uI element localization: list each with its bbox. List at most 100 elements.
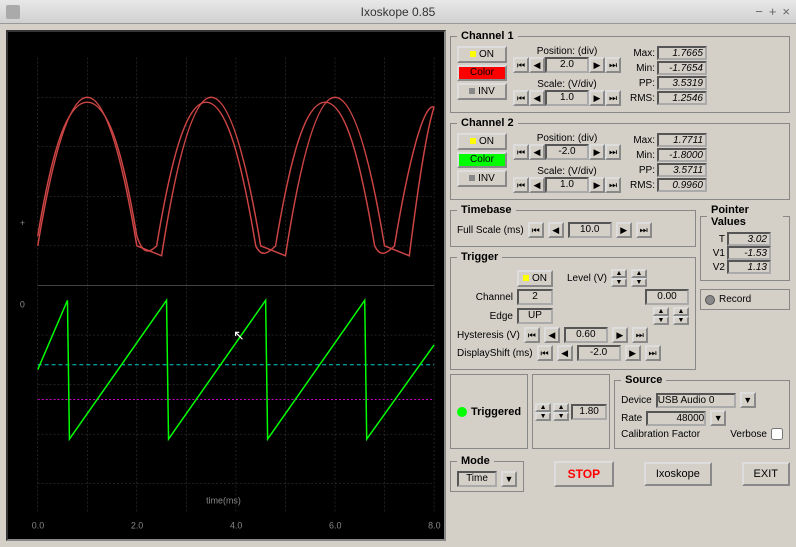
y-tick-plus: + bbox=[20, 218, 25, 228]
left-icon[interactable]: ◀ bbox=[529, 177, 545, 193]
minimize-button[interactable]: − bbox=[755, 4, 763, 19]
about-button[interactable]: Ixoskope bbox=[644, 462, 712, 486]
trigger-edge[interactable]: UP bbox=[517, 308, 553, 324]
rewind-icon[interactable]: ⏮ bbox=[513, 144, 529, 160]
window-title: Ixoskope 0.85 bbox=[361, 5, 436, 19]
oscilloscope-display[interactable]: + 0 time(ms) 0.0 2.0 4.0 6.0 8.0 ↖ bbox=[6, 30, 446, 541]
down-icon[interactable]: ▼ bbox=[653, 316, 669, 325]
trigger-hyst[interactable]: 0.60 bbox=[564, 327, 608, 343]
window-controls: − + × bbox=[755, 4, 790, 19]
ch2-scale-value[interactable]: 1.0 bbox=[545, 177, 589, 193]
record-button[interactable]: Record bbox=[719, 294, 751, 305]
ch1-on-button[interactable]: ON bbox=[457, 46, 507, 63]
rewind-icon[interactable]: ⏮ bbox=[537, 345, 553, 361]
up-icon[interactable]: ▲ bbox=[535, 403, 551, 412]
right-icon[interactable]: ▶ bbox=[589, 144, 605, 160]
device-select[interactable] bbox=[656, 393, 736, 408]
dropdown-icon[interactable]: ▼ bbox=[710, 410, 726, 426]
verbose-checkbox[interactable] bbox=[771, 428, 783, 440]
forward-icon[interactable]: ⏭ bbox=[645, 345, 661, 361]
dropdown-icon[interactable]: ▼ bbox=[740, 392, 756, 408]
right-icon[interactable]: ▶ bbox=[612, 327, 628, 343]
timebase-panel: Timebase Full Scale (ms) ⏮◀ 10.0 ▶⏭ bbox=[450, 204, 696, 247]
ch2-scale-label: Scale: (V/div) bbox=[513, 166, 621, 177]
forward-icon[interactable]: ⏭ bbox=[632, 327, 648, 343]
right-icon[interactable]: ▶ bbox=[589, 177, 605, 193]
ch1-position-label: Position: (div) bbox=[513, 46, 621, 57]
exit-button[interactable]: EXIT bbox=[742, 462, 790, 486]
ch1-position-value[interactable]: 2.0 bbox=[545, 57, 589, 73]
down-icon[interactable]: ▼ bbox=[553, 412, 569, 421]
ch2-position-label: Position: (div) bbox=[513, 133, 621, 144]
timebase-value[interactable]: 10.0 bbox=[568, 222, 612, 238]
down-icon[interactable]: ▼ bbox=[673, 316, 689, 325]
rewind-icon[interactable]: ⏮ bbox=[513, 177, 529, 193]
left-icon[interactable]: ◀ bbox=[548, 222, 564, 238]
up-icon[interactable]: ▲ bbox=[553, 403, 569, 412]
channel1-panel: Channel 1 ON Color INV Position: (div) ⏮… bbox=[450, 30, 790, 113]
up-icon[interactable]: ▲ bbox=[611, 269, 627, 278]
ch1-rms: 1.2546 bbox=[657, 91, 707, 105]
down-icon[interactable]: ▼ bbox=[611, 278, 627, 287]
ch2-on-button[interactable]: ON bbox=[457, 133, 507, 150]
ch2-inv-button[interactable]: INV bbox=[457, 170, 507, 187]
dropdown-icon[interactable]: ▼ bbox=[501, 471, 517, 487]
rewind-icon[interactable]: ⏮ bbox=[528, 222, 544, 238]
forward-icon[interactable]: ⏭ bbox=[605, 177, 621, 193]
stop-button[interactable]: STOP bbox=[554, 461, 614, 487]
svg-text:2.0: 2.0 bbox=[131, 520, 143, 530]
down-icon[interactable]: ▼ bbox=[535, 412, 551, 421]
forward-icon[interactable]: ⏭ bbox=[605, 57, 621, 73]
up-icon[interactable]: ▲ bbox=[653, 307, 669, 316]
close-button[interactable]: × bbox=[782, 4, 790, 19]
pointer-v1: -1.53 bbox=[727, 246, 771, 260]
ch1-scale-value[interactable]: 1.0 bbox=[545, 90, 589, 106]
ch2-position-value[interactable]: -2.0 bbox=[545, 144, 589, 160]
left-icon[interactable]: ◀ bbox=[529, 90, 545, 106]
maximize-button[interactable]: + bbox=[769, 4, 777, 19]
mode-select[interactable]: Time bbox=[457, 471, 497, 487]
forward-icon[interactable]: ⏭ bbox=[636, 222, 652, 238]
right-icon[interactable]: ▶ bbox=[589, 90, 605, 106]
calib-value[interactable]: 1.80 bbox=[571, 404, 607, 420]
ch2-max: 1.7711 bbox=[657, 133, 707, 147]
right-icon[interactable]: ▶ bbox=[625, 345, 641, 361]
right-icon[interactable]: ▶ bbox=[616, 222, 632, 238]
forward-icon[interactable]: ⏭ bbox=[605, 144, 621, 160]
triggered-dot-icon bbox=[457, 407, 467, 417]
left-icon[interactable]: ◀ bbox=[529, 57, 545, 73]
left-icon[interactable]: ◀ bbox=[529, 144, 545, 160]
app-icon bbox=[6, 5, 20, 19]
trigger-ds[interactable]: -2.0 bbox=[577, 345, 621, 361]
up-icon[interactable]: ▲ bbox=[673, 307, 689, 316]
up-icon[interactable]: ▲ bbox=[631, 269, 647, 278]
down-icon[interactable]: ▼ bbox=[631, 278, 647, 287]
rewind-icon[interactable]: ⏮ bbox=[524, 327, 540, 343]
channel2-panel: Channel 2 ON Color INV Position: (div) ⏮… bbox=[450, 117, 790, 200]
trigger-channel[interactable]: 2 bbox=[517, 289, 553, 305]
trigger-level[interactable]: 0.00 bbox=[645, 289, 689, 305]
ch1-color-button[interactable]: Color bbox=[457, 65, 507, 81]
forward-icon[interactable]: ⏭ bbox=[605, 90, 621, 106]
ch2-rms: 0.9960 bbox=[657, 178, 707, 192]
rewind-icon[interactable]: ⏮ bbox=[513, 57, 529, 73]
left-icon[interactable]: ◀ bbox=[557, 345, 573, 361]
ch2-legend: Channel 2 bbox=[457, 117, 518, 129]
ch1-legend: Channel 1 bbox=[457, 30, 518, 42]
rate-field[interactable] bbox=[646, 411, 706, 426]
ch2-color-button[interactable]: Color bbox=[457, 152, 507, 168]
source-panel: Source Device▼ Rate▼ Calibration FactorV… bbox=[614, 374, 790, 449]
left-icon[interactable]: ◀ bbox=[544, 327, 560, 343]
ch2-min: -1.8000 bbox=[657, 148, 707, 162]
triggered-indicator: Triggered bbox=[450, 374, 528, 449]
record-indicator-icon bbox=[705, 295, 715, 305]
right-icon[interactable]: ▶ bbox=[589, 57, 605, 73]
svg-text:6.0: 6.0 bbox=[329, 520, 341, 530]
ch1-inv-button[interactable]: INV bbox=[457, 83, 507, 100]
svg-text:4.0: 4.0 bbox=[230, 520, 242, 530]
rewind-icon[interactable]: ⏮ bbox=[513, 90, 529, 106]
trigger-on-button[interactable]: ON bbox=[517, 270, 553, 287]
trigger-panel: Trigger ON Level (V) ▲▼ ▲▼ Channel 2 0.0… bbox=[450, 251, 696, 370]
ch2-pp: 3.5711 bbox=[657, 163, 707, 177]
pointer-panel: Pointer Values T3.02 V1-1.53 V21.13 bbox=[700, 204, 790, 281]
